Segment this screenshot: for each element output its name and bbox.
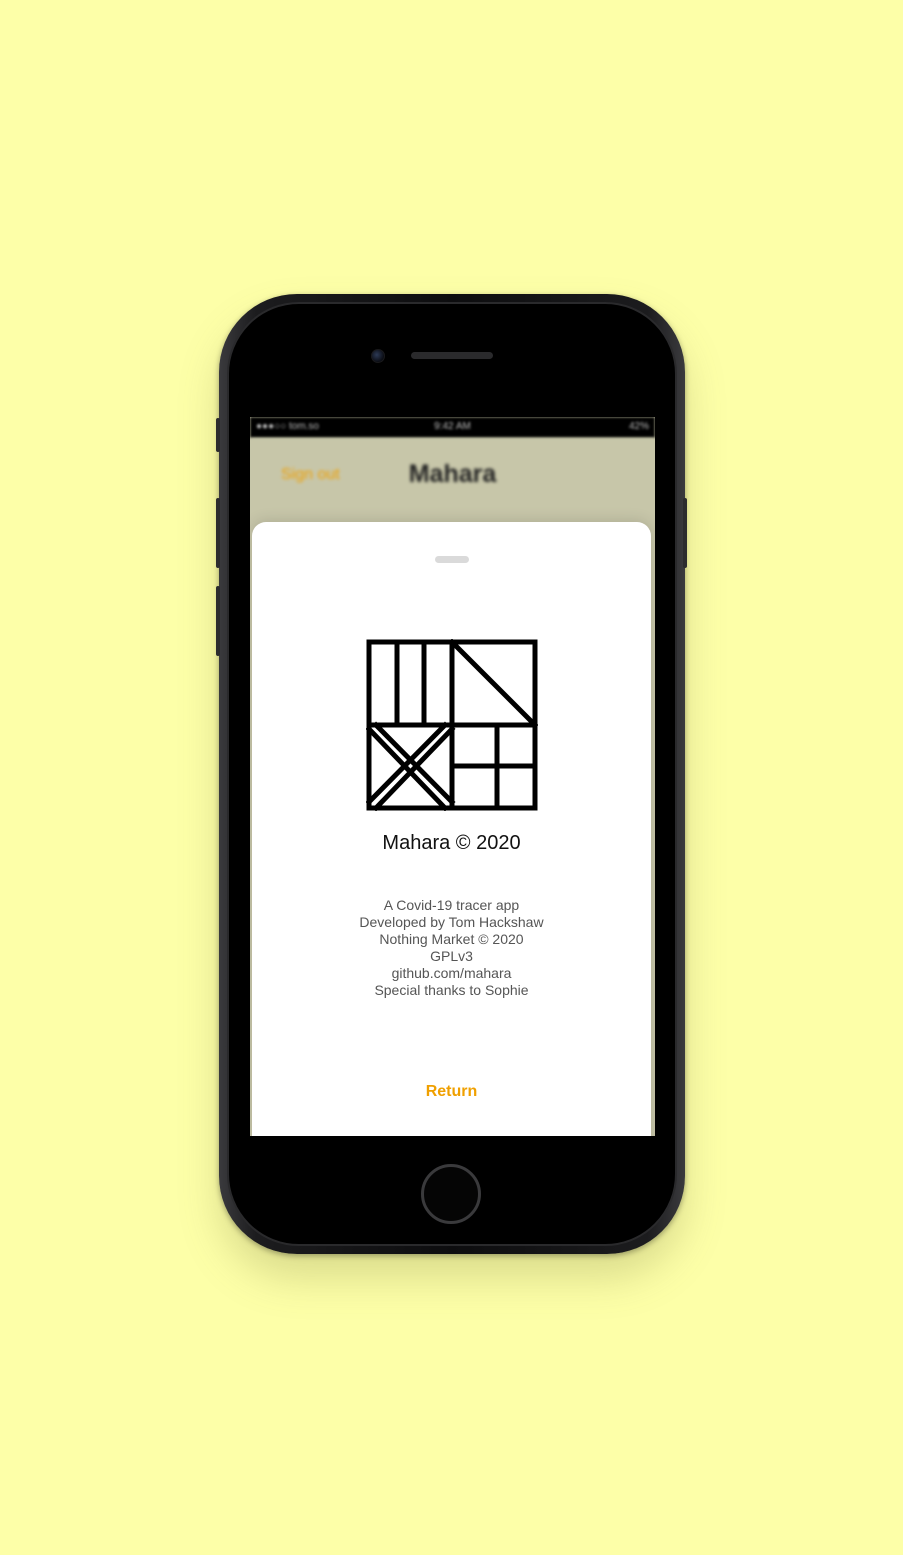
info-line-company: Nothing Market © 2020 <box>379 931 524 947</box>
info-line-license: GPLv3 <box>430 948 473 964</box>
volume-up-button <box>216 498 220 568</box>
sheet-grabber-handle[interactable] <box>435 556 469 563</box>
about-sheet: Mahara © 2020 A Covid-19 tracer app Deve… <box>252 522 651 1136</box>
navigation-bar: Sign out Mahara <box>250 438 655 528</box>
volume-down-button <box>216 586 220 656</box>
app-title: Mahara © 2020 <box>382 832 521 854</box>
info-line-thanks: Special thanks to Sophie <box>374 982 529 998</box>
device-mockup-stage: ●●●○○ tom.so 9:42 AM 42% Sign out Mahara <box>0 0 903 1555</box>
info-line-developer: Developed by Tom Hackshaw <box>359 914 544 930</box>
phone-screen: ●●●○○ tom.so 9:42 AM 42% Sign out Mahara <box>250 417 655 1136</box>
app-info-block: A Covid-19 tracer app Developed by Tom H… <box>252 897 651 999</box>
earpiece-speaker <box>411 352 493 359</box>
status-time: 9:42 AM <box>434 421 471 432</box>
nav-title: Mahara <box>408 460 497 488</box>
front-camera <box>371 349 385 363</box>
info-line-repo-link[interactable]: github.com/mahara <box>252 965 651 982</box>
status-bar: ●●●○○ tom.so 9:42 AM 42% <box>250 417 655 438</box>
power-button <box>683 498 687 568</box>
mute-switch <box>216 418 220 452</box>
mahara-logo-icon <box>366 639 538 811</box>
return-button[interactable]: Return <box>252 1083 651 1101</box>
info-line-description: A Covid-19 tracer app <box>383 897 520 913</box>
home-button[interactable] <box>421 1164 481 1224</box>
status-battery: 42% <box>628 421 649 432</box>
